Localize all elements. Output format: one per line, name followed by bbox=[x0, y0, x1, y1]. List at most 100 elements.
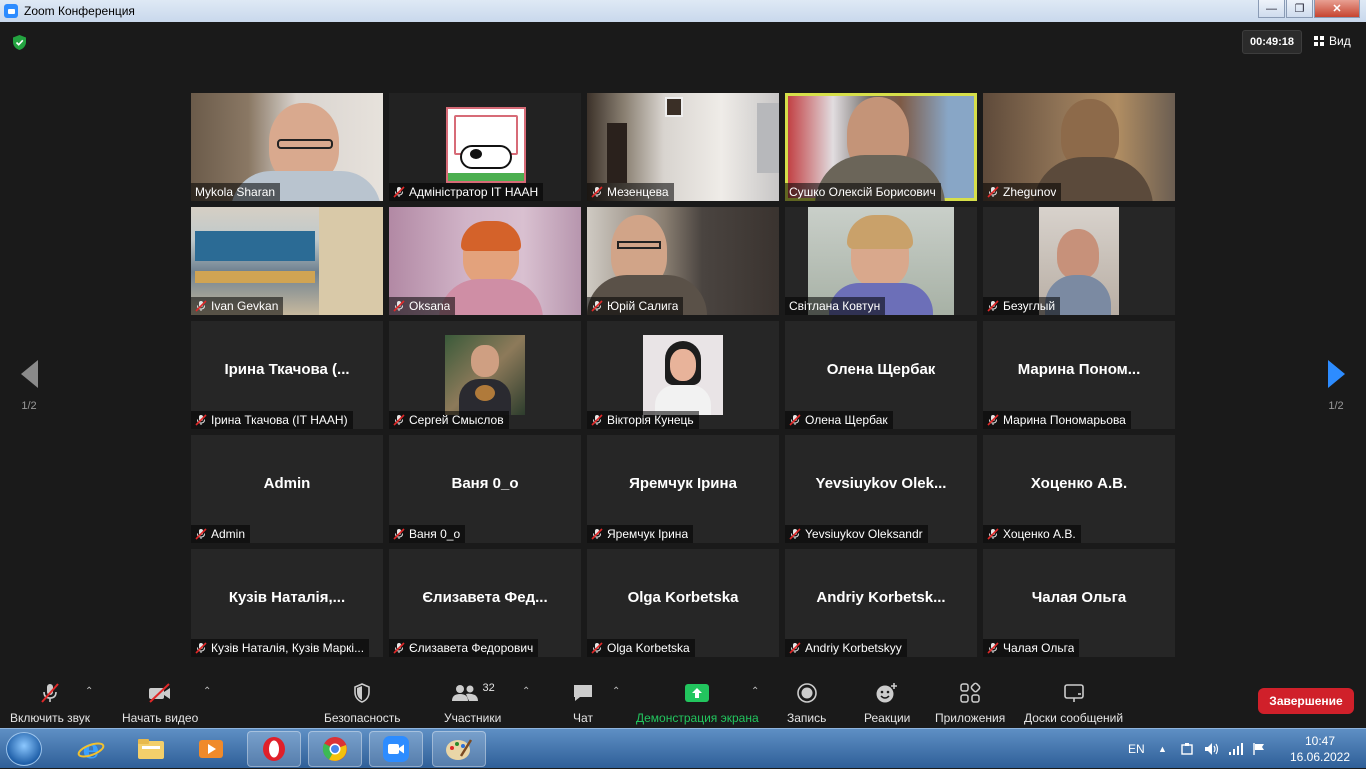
participants-options-caret-icon[interactable]: ⌃ bbox=[522, 686, 530, 697]
participant-name: Yevsiuykov Oleksandr bbox=[805, 527, 923, 541]
participant-tile[interactable]: Mykola Sharan bbox=[191, 93, 383, 201]
start-video-label: Начать видео bbox=[122, 711, 199, 725]
participant-name-label: Oksana bbox=[389, 297, 456, 315]
show-hidden-icons-button[interactable]: ▲ bbox=[1158, 729, 1167, 769]
chrome-taskbar-icon[interactable] bbox=[308, 731, 362, 767]
chat-button[interactable]: Чат bbox=[572, 682, 594, 725]
participant-name-label: Безуглый bbox=[983, 297, 1061, 315]
security-button[interactable]: Безопасность bbox=[324, 682, 401, 725]
participant-tile[interactable]: Andriy Korbetsk... Andriy Korbetskyy bbox=[785, 549, 977, 657]
participant-tile[interactable]: Admin Admin bbox=[191, 435, 383, 543]
participants-icon: 32 bbox=[444, 682, 501, 704]
participant-tile[interactable]: Кузів Наталія,... Кузів Наталія, Кузів Ма… bbox=[191, 549, 383, 657]
previous-page-button[interactable]: 1/2 bbox=[14, 360, 44, 412]
muted-mic-icon bbox=[591, 528, 603, 540]
participant-tile[interactable]: Олена Щербак Олена Щербак bbox=[785, 321, 977, 429]
muted-mic-icon bbox=[393, 186, 405, 198]
participant-name-label: Ivan Gevkan bbox=[191, 297, 284, 315]
zoom-taskbar-icon[interactable] bbox=[369, 731, 423, 767]
participant-name: Олена Щербак bbox=[805, 413, 888, 427]
meeting-timer: 00:49:18 bbox=[1242, 30, 1302, 54]
maximize-button[interactable]: ❐ bbox=[1286, 0, 1313, 18]
participant-tile[interactable]: Oksana bbox=[389, 207, 581, 315]
apps-button[interactable]: Приложения bbox=[935, 682, 1005, 725]
apps-label: Приложения bbox=[935, 711, 1006, 725]
participant-display-name: Кузів Наталія,... bbox=[228, 589, 346, 606]
participants-button[interactable]: 32 Участники bbox=[444, 682, 501, 725]
taskbar-clock[interactable]: 10:47 16.06.2022 bbox=[1284, 733, 1356, 765]
participant-tile[interactable]: Безуглый bbox=[983, 207, 1175, 315]
end-meeting-button[interactable]: Завершение bbox=[1258, 688, 1354, 714]
participant-name: Admin bbox=[211, 527, 246, 541]
zoom-app-icon bbox=[4, 4, 18, 18]
participant-tile[interactable]: Адміністратор ІТ НААН bbox=[389, 93, 581, 201]
apps-icon bbox=[935, 682, 1005, 704]
muted-mic-icon bbox=[987, 528, 999, 540]
chat-options-caret-icon[interactable]: ⌃ bbox=[612, 686, 620, 697]
organization-logo bbox=[446, 107, 526, 183]
participant-name-label: Єлизавета Федорович bbox=[389, 639, 539, 657]
participant-tile[interactable]: Хоценко А.В. Хоценко А.В. bbox=[983, 435, 1175, 543]
record-icon bbox=[787, 682, 826, 704]
participant-tile[interactable]: Сушко Олексій Борисович bbox=[785, 93, 977, 201]
participant-tile[interactable]: Yevsiuykov Olek... Yevsiuykov Oleksandr bbox=[785, 435, 977, 543]
participant-tile[interactable]: Єлизавета Фед... Єлизавета Федорович bbox=[389, 549, 581, 657]
windows-start-button[interactable] bbox=[6, 732, 42, 766]
participant-tile[interactable]: Сергей Смыслов bbox=[389, 321, 581, 429]
muted-mic-icon bbox=[195, 528, 207, 540]
page-indicator-left: 1/2 bbox=[21, 400, 37, 412]
share-options-caret-icon[interactable]: ⌃ bbox=[751, 686, 759, 697]
audio-options-caret-icon[interactable]: ⌃ bbox=[85, 686, 93, 697]
view-button[interactable]: Вид bbox=[1314, 34, 1351, 48]
participant-display-name: Марина Поном... bbox=[1017, 361, 1141, 378]
participant-name-label: Адміністратор ІТ НААН bbox=[389, 183, 544, 201]
language-indicator[interactable]: EN bbox=[1128, 729, 1145, 769]
participant-tile[interactable]: Світлана Ковтун bbox=[785, 207, 977, 315]
grid-view-icon bbox=[1314, 36, 1324, 46]
participant-name-label: Zhegunov bbox=[983, 183, 1062, 201]
opera-taskbar-icon[interactable] bbox=[247, 731, 301, 767]
microphone-muted-icon bbox=[10, 682, 90, 704]
reactions-button[interactable]: Реакции bbox=[864, 682, 910, 725]
participant-display-name: Ірина Ткачова (... bbox=[224, 361, 350, 378]
tray-device-icon[interactable] bbox=[1180, 729, 1194, 769]
participant-name-label: Olga Korbetska bbox=[587, 639, 695, 657]
media-player-taskbar-icon[interactable] bbox=[184, 731, 238, 767]
muted-mic-icon bbox=[393, 414, 405, 426]
action-center-flag-icon[interactable] bbox=[1252, 729, 1266, 769]
participant-tile[interactable]: Марина Поном... Марина Пономарьова bbox=[983, 321, 1175, 429]
participant-tile[interactable]: Мезенцева bbox=[587, 93, 779, 201]
whiteboards-button[interactable]: Доски сообщений bbox=[1024, 682, 1123, 725]
internet-explorer-taskbar-icon[interactable]: e bbox=[64, 731, 118, 767]
participant-display-name: Чалая Ольга bbox=[1031, 589, 1127, 606]
participant-tile[interactable]: Zhegunov bbox=[983, 93, 1175, 201]
share-screen-button[interactable]: Демонстрация экрана bbox=[636, 682, 759, 725]
encryption-shield-icon[interactable] bbox=[11, 34, 28, 51]
participant-tile[interactable]: Яремчук Ірина Яремчук Ірина bbox=[587, 435, 779, 543]
participant-name-label: Хоценко А.В. bbox=[983, 525, 1081, 543]
participant-name-label: Мезенцева bbox=[587, 183, 674, 201]
participant-tile[interactable]: Юрій Салига bbox=[587, 207, 779, 315]
share-screen-label: Демонстрация экрана bbox=[636, 711, 759, 725]
participant-tile[interactable]: Чалая Ольга Чалая Ольга bbox=[983, 549, 1175, 657]
close-window-button[interactable]: ✕ bbox=[1314, 0, 1360, 18]
participant-name: Сушко Олексій Борисович bbox=[789, 185, 936, 199]
paint-taskbar-icon[interactable] bbox=[432, 731, 486, 767]
participant-tile[interactable]: Ваня 0_о Ваня 0_о bbox=[389, 435, 581, 543]
participant-name-label: Ваня 0_о bbox=[389, 525, 466, 543]
participant-tile[interactable]: Вікторія Кунець bbox=[587, 321, 779, 429]
file-explorer-taskbar-icon[interactable] bbox=[124, 731, 178, 767]
video-options-caret-icon[interactable]: ⌃ bbox=[203, 686, 211, 697]
next-page-button[interactable]: 1/2 bbox=[1321, 360, 1351, 412]
participant-name: Світлана Ковтун bbox=[789, 299, 881, 313]
network-signal-icon[interactable] bbox=[1228, 729, 1244, 769]
participant-tile[interactable]: Ivan Gevkan bbox=[191, 207, 383, 315]
minimize-button[interactable]: — bbox=[1258, 0, 1285, 18]
participant-tile[interactable]: Ірина Ткачова (... Ірина Ткачова (ІТ НААН… bbox=[191, 321, 383, 429]
start-video-button[interactable]: Начать видео bbox=[122, 682, 198, 725]
svg-text:e: e bbox=[83, 735, 100, 763]
unmute-button[interactable]: Включить звук bbox=[10, 682, 90, 725]
participant-tile[interactable]: Olga Korbetska Olga Korbetska bbox=[587, 549, 779, 657]
record-button[interactable]: Запись bbox=[787, 682, 826, 725]
volume-icon[interactable] bbox=[1204, 729, 1220, 769]
